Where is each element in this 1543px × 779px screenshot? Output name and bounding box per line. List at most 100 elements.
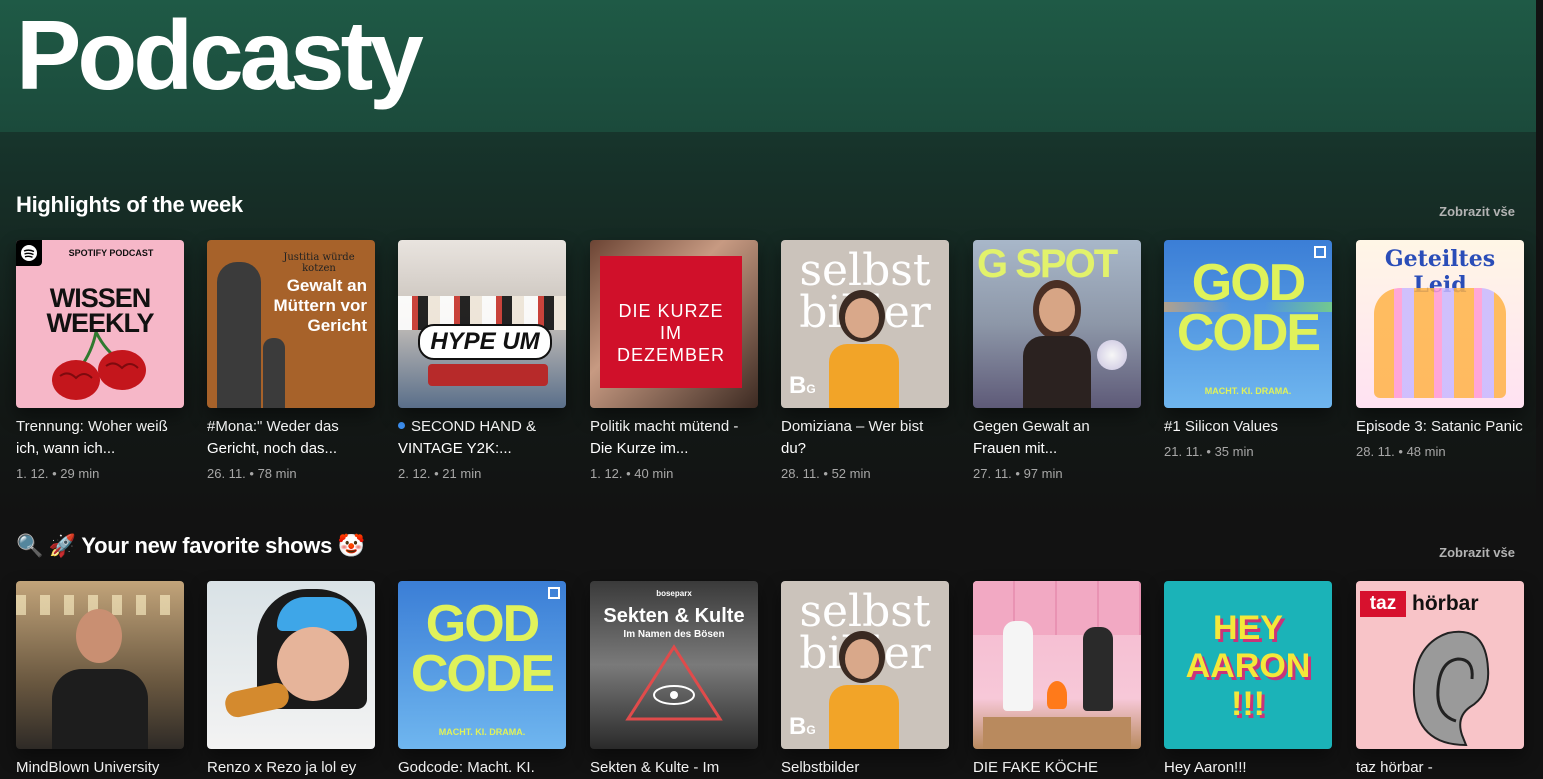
cover-title: HYPE UM Y2K — [418, 324, 552, 387]
show-card[interactable]: GOD CODE MACHT. KI. DRAMA. Godcode: Mach… — [398, 581, 566, 779]
episode-cover: SPOTIFY PODCAST WISSEN WEEKLY — [16, 240, 184, 408]
person-face — [845, 298, 879, 338]
episode-title[interactable]: #1 Silicon Values — [1164, 416, 1332, 438]
cover-title: GOD CODE — [410, 595, 555, 703]
episode-card[interactable]: HYPE UM Y2K SECOND HAND & VINTAGE Y2K:..… — [398, 240, 566, 481]
episode-title[interactable]: Episode 3: Satanic Panic — [1356, 416, 1524, 438]
cover-title: DIE KURZE IM DEZEMBER — [616, 301, 725, 365]
people-illustration — [1374, 288, 1506, 398]
show-all-new-favorites-link[interactable]: Zobrazit vše — [1439, 545, 1515, 560]
cook-figure — [1083, 627, 1113, 711]
episode-card[interactable]: SPOTIFY PODCAST WISSEN WEEKLY Trennung: … — [16, 240, 184, 481]
corner-logo-icon — [548, 587, 560, 599]
cover-subtitle: Im Namen des Bösen — [623, 629, 725, 640]
episode-cover: HYPE UM Y2K — [398, 240, 566, 408]
episode-title[interactable]: Gegen Gewalt an Frauen mit... — [973, 416, 1141, 460]
episode-meta: 1. 12. • 40 min — [590, 466, 674, 481]
episode-title[interactable]: Trennung: Woher weiß ich, wann ich... — [16, 416, 184, 460]
chef-figure — [1003, 621, 1033, 711]
show-cover: selbst bilder BG — [781, 581, 949, 749]
episode-meta: 2. 12. • 21 min — [398, 466, 482, 481]
belt-illustration — [428, 364, 548, 386]
person-shirt — [829, 344, 899, 408]
episode-cover: Geteiltes Leid — [1356, 240, 1524, 408]
show-cover: HEY AARON !!! — [1164, 581, 1332, 749]
scrollbar[interactable] — [1536, 0, 1543, 776]
person-face — [76, 609, 122, 663]
show-cover — [207, 581, 375, 749]
episode-meta: 21. 11. • 35 min — [1164, 444, 1254, 459]
episode-title[interactable]: #Mona:" Weder das Gericht, noch das... — [207, 416, 375, 460]
eye-triangle-icon — [625, 644, 723, 721]
episode-cover: selbst bilder BG — [781, 240, 949, 408]
cover-label: Justitia würde kotzen — [283, 252, 355, 274]
episode-card[interactable]: Justitia würde kotzen Gewalt an Müttern … — [207, 240, 375, 481]
cover-title: HEY AARON !!! — [1185, 609, 1311, 723]
episode-meta: 27. 11. • 97 min — [973, 466, 1063, 481]
show-card[interactable]: HEY AARON !!! Hey Aaron!!! — [1164, 581, 1332, 779]
show-card[interactable]: boseparx Sekten & Kulte Im Namen des Bös… — [590, 581, 758, 779]
spotify-icon — [16, 240, 42, 266]
episode-card[interactable]: G SPOT Gegen Gewalt an Frauen mit... 27.… — [973, 240, 1141, 481]
brain-illustration — [52, 332, 146, 400]
cover-title: hörbar — [1412, 592, 1479, 615]
child-silhouette-illustration — [263, 338, 285, 408]
episode-card[interactable]: DIE KURZE IM DEZEMBER Politik macht müte… — [590, 240, 758, 481]
person-face — [1039, 288, 1075, 332]
silhouette-illustration — [217, 262, 261, 408]
show-cover — [973, 581, 1141, 749]
show-all-highlights-link[interactable]: Zobrazit vše — [1439, 204, 1515, 219]
episode-card[interactable]: selbst bilder BG Domiziana – Wer bist du… — [781, 240, 949, 481]
cover-logo: BG — [789, 713, 816, 740]
cover-subtitle: MACHT. KI. DRAMA. — [438, 727, 526, 737]
cover-label: SPOTIFY PODCAST — [68, 248, 154, 258]
episode-meta: 28. 11. • 48 min — [1356, 444, 1446, 459]
kitchen-cabinets — [973, 581, 1141, 635]
corner-logo-icon — [1314, 246, 1326, 258]
ear-illustration — [1412, 630, 1490, 747]
episode-meta: 26. 11. • 78 min — [207, 466, 297, 481]
food-illustration — [222, 680, 292, 720]
hands-illustration — [1164, 302, 1332, 312]
episode-title[interactable]: Domiziana – Wer bist du? — [781, 416, 949, 460]
episode-card[interactable]: Geteiltes Leid Episode 3: Satanic Panic … — [1356, 240, 1524, 459]
blue-hair — [277, 597, 357, 631]
episode-card[interactable]: GOD CODE MACHT. KI. DRAMA. #1 Silicon Va… — [1164, 240, 1332, 459]
episode-title[interactable]: Politik macht mütend - Die Kurze im... — [590, 416, 758, 460]
section-title-highlights: Highlights of the week — [16, 192, 243, 217]
episode-title[interactable]: SECOND HAND & VINTAGE Y2K:... — [398, 416, 566, 460]
cover-subtitle: MACHT. KI. DRAMA. — [1204, 386, 1292, 396]
cover-label: taz — [1360, 591, 1406, 617]
show-card[interactable]: DIE FAKE KÖCHE — [973, 581, 1141, 779]
episode-meta: 1. 12. • 29 min — [16, 466, 100, 481]
episode-cover: GOD CODE MACHT. KI. DRAMA. — [1164, 240, 1332, 408]
cover-label: boseparx — [656, 589, 692, 598]
highlights-row: SPOTIFY PODCAST WISSEN WEEKLY Trennung: … — [16, 240, 1524, 500]
cover-title: Sekten & Kulte — [603, 605, 745, 627]
page-title: Podcasty — [16, 0, 424, 110]
person-face — [277, 627, 349, 701]
bubble-illustration — [1097, 340, 1127, 370]
show-card[interactable]: Renzo x Rezo ja lol ey — [207, 581, 375, 779]
episode-cover: G SPOT — [973, 240, 1141, 408]
episode-cover: DIE KURZE IM DEZEMBER — [590, 240, 758, 408]
cover-title: WISSEN WEEKLY — [46, 283, 154, 338]
new-favorites-row: MindBlown University Renzo x Rezo ja lol… — [16, 581, 1524, 776]
fire-illustration — [1047, 681, 1067, 709]
person-shirt — [829, 685, 899, 749]
person-jacket — [1023, 336, 1091, 408]
cover-title: G SPOT — [977, 242, 1118, 286]
episode-meta: 28. 11. • 52 min — [781, 466, 871, 481]
show-cover: taz hörbar — [1356, 581, 1524, 749]
person-face — [845, 639, 879, 679]
counter — [983, 717, 1131, 749]
show-card[interactable]: taz hörbar taz hörbar - — [1356, 581, 1524, 779]
show-card[interactable]: MindBlown University — [16, 581, 184, 779]
cover-logo: BG — [789, 372, 816, 399]
episode-cover: Justitia würde kotzen Gewalt an Müttern … — [207, 240, 375, 408]
show-card[interactable]: selbst bilder BG Selbstbilder — [781, 581, 949, 779]
show-cover — [16, 581, 184, 749]
show-cover: boseparx Sekten & Kulte Im Namen des Bös… — [590, 581, 758, 749]
page-header: Podcasty — [0, 0, 1536, 132]
show-cover: GOD CODE MACHT. KI. DRAMA. — [398, 581, 566, 749]
